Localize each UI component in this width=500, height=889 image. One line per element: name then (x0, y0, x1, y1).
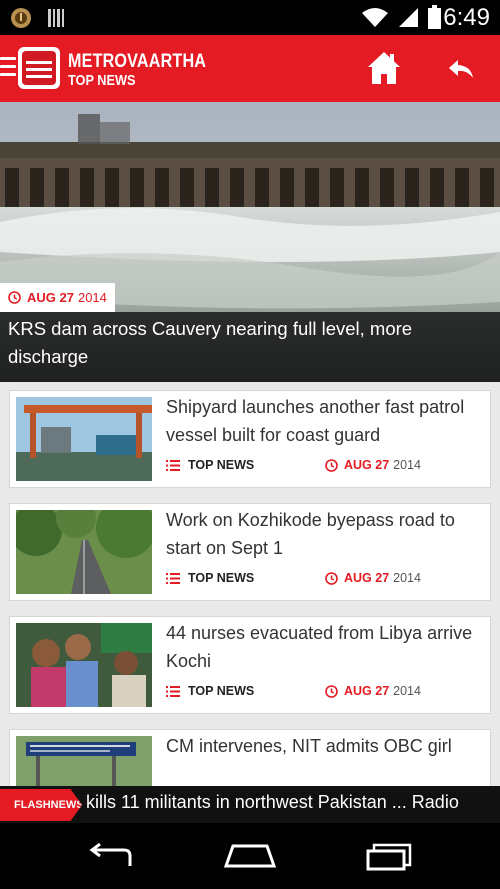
battery-icon (428, 5, 441, 29)
news-date-day: AUG 27 (344, 571, 390, 585)
home-icon[interactable] (365, 49, 403, 87)
news-date-year: 2014 (393, 571, 421, 585)
status-time: 6:49 (443, 4, 490, 31)
flash-news-ticker[interactable]: FLASHNEWS kills 11 militants in northwes… (0, 786, 500, 823)
news-title[interactable]: Work on Kozhikode byepass road to start … (166, 506, 486, 562)
clock-icon (325, 684, 338, 698)
news-card[interactable]: Work on Kozhikode byepass road to start … (9, 503, 491, 601)
news-title[interactable]: Shipyard launches another fast patrol ve… (166, 393, 486, 449)
barcode-icon (48, 9, 64, 27)
news-card[interactable]: Shipyard launches another fast patrol ve… (9, 390, 491, 488)
list-icon (166, 459, 180, 471)
back-arrow-icon[interactable] (447, 55, 475, 83)
news-category-label: TOP NEWS (188, 458, 255, 472)
hero-date: AUG 27 2014 (0, 283, 115, 312)
news-date-year: 2014 (393, 458, 421, 472)
wifi-icon (362, 8, 388, 27)
clock-icon (325, 571, 338, 585)
hero-date-day: AUG 27 (27, 290, 74, 305)
list-icon (166, 685, 180, 697)
hero-date-year: 2014 (77, 290, 107, 305)
app-bar: METROVAARTHA TOP NEWS (0, 35, 500, 102)
clock-icon (325, 458, 338, 472)
news-category-label: TOP NEWS (188, 571, 255, 585)
news-date-day: AUG 27 (344, 458, 390, 472)
section-title: TOP NEWS (68, 72, 136, 89)
news-category-label: TOP NEWS (188, 684, 255, 698)
news-thumbnail (16, 623, 152, 707)
app-title: METROVAARTHA (68, 51, 207, 72)
signal-icon (399, 8, 418, 27)
news-category: TOP NEWS (166, 571, 254, 585)
list-icon (166, 572, 180, 584)
logo[interactable] (18, 47, 60, 89)
status-bar: 6:49 (0, 0, 500, 35)
news-card[interactable]: 44 nurses evacuated from Libya arrive Ko… (9, 616, 491, 714)
record-icon (11, 8, 31, 28)
hero-title[interactable]: KRS dam across Cauvery nearing full leve… (0, 312, 500, 382)
news-thumbnail (16, 510, 152, 594)
news-date: AUG 27 2014 (325, 684, 421, 698)
clock-icon (8, 291, 21, 304)
recent-apps-icon[interactable] (364, 843, 414, 871)
flash-news-text[interactable]: kills 11 militants in northwest Pakistan… (86, 792, 459, 813)
back-icon[interactable] (86, 843, 136, 869)
navigation-bar (0, 823, 500, 889)
menu-icon[interactable] (0, 57, 16, 79)
news-date-day: AUG 27 (344, 684, 390, 698)
news-date: AUG 27 2014 (325, 458, 421, 472)
home-icon[interactable] (223, 843, 277, 869)
hero-article[interactable]: AUG 27 2014 KRS dam across Cauvery neari… (0, 102, 500, 382)
news-category: TOP NEWS (166, 684, 254, 698)
news-category: TOP NEWS (166, 458, 254, 472)
flash-news-label: FLASHNEWS (0, 789, 82, 821)
news-title[interactable]: CM intervenes, NIT admits OBC girl (166, 732, 486, 760)
news-date: AUG 27 2014 (325, 571, 421, 585)
news-title[interactable]: 44 nurses evacuated from Libya arrive Ko… (166, 619, 486, 675)
news-date-year: 2014 (393, 684, 421, 698)
news-thumbnail (16, 397, 152, 481)
